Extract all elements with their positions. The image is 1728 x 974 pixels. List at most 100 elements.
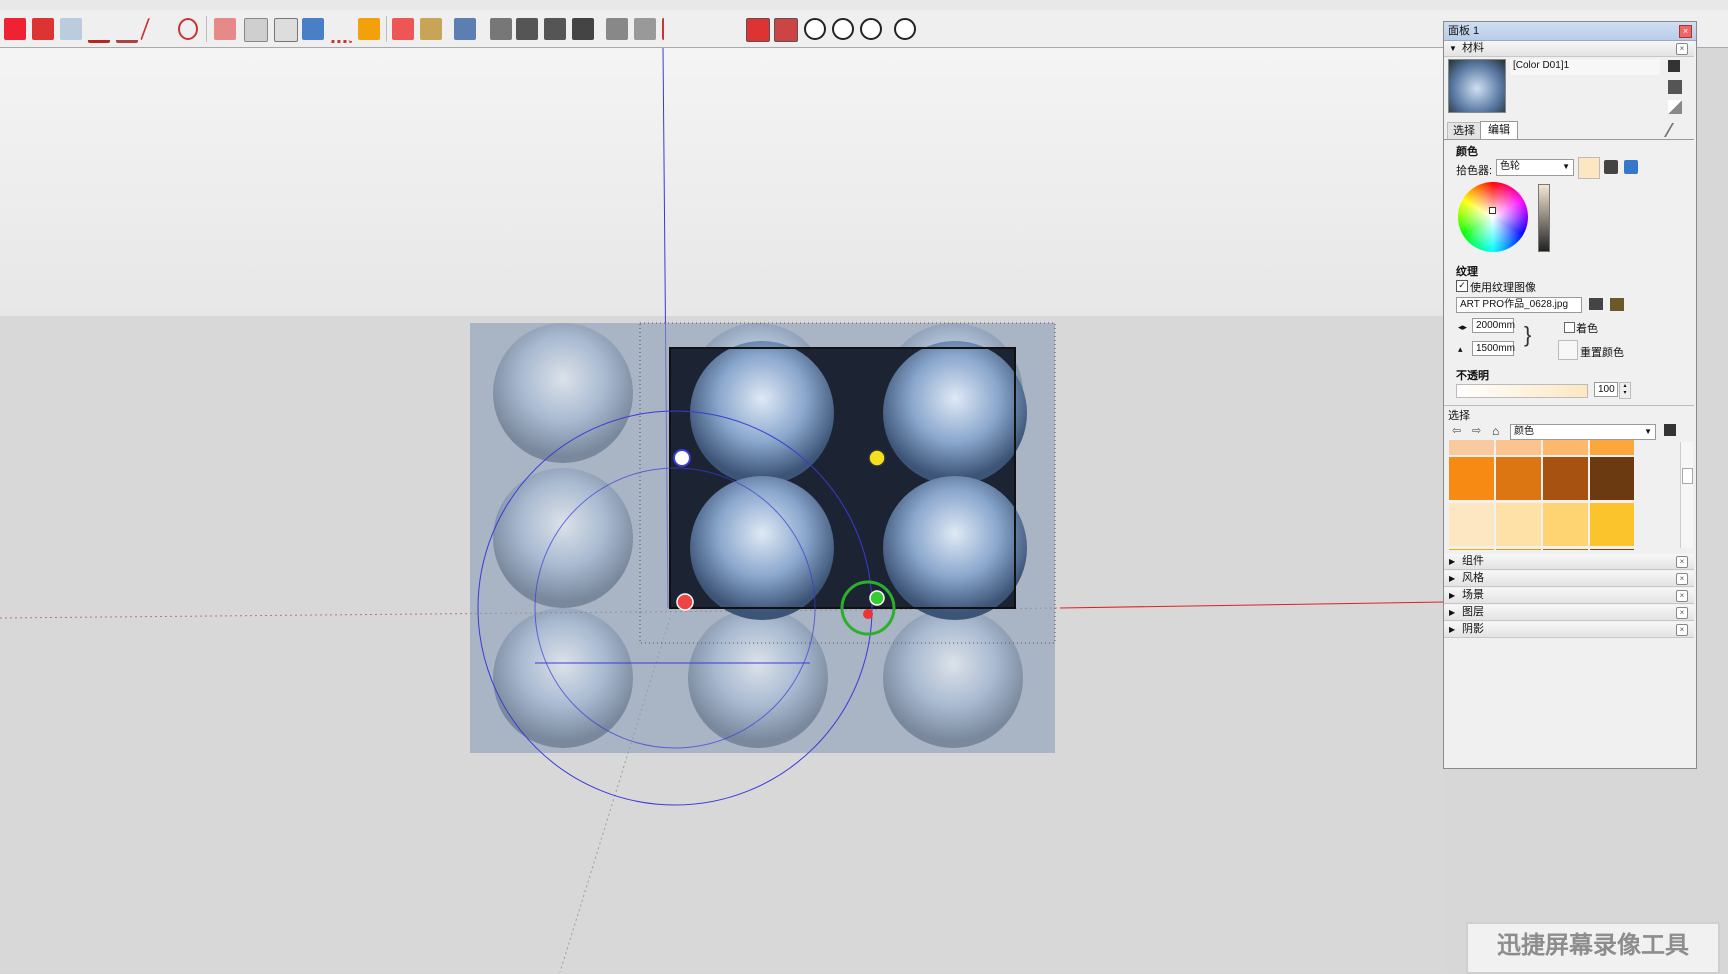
panel-close-icon[interactable]: × — [1679, 25, 1692, 38]
push-pull-icon[interactable] — [244, 18, 268, 42]
solid-icon[interactable] — [392, 18, 414, 40]
scenes-section-header[interactable]: ▶ 场景 × — [1444, 588, 1694, 604]
section-close-icon[interactable]: × — [1676, 590, 1688, 602]
material-name-field[interactable]: [Color D01]1 — [1510, 59, 1660, 75]
height-field[interactable]: 1500mm — [1472, 341, 1515, 356]
details-arrow-icon[interactable] — [1664, 424, 1676, 436]
tree-icon[interactable] — [516, 18, 538, 40]
rotate-x-icon[interactable] — [804, 18, 826, 40]
rotated-rectangle-icon[interactable] — [60, 18, 82, 40]
color-wheel[interactable] — [1458, 182, 1528, 252]
building-icon[interactable] — [454, 18, 476, 40]
edit-texture-icon[interactable] — [1610, 298, 1624, 311]
section-close-icon[interactable]: × — [1676, 624, 1688, 636]
opacity-spinner[interactable]: ▴ ▾ — [1619, 382, 1631, 399]
color-swatch[interactable] — [1543, 503, 1588, 546]
mirror-icon[interactable] — [302, 18, 324, 40]
picker-select[interactable]: 色轮 ▼ — [1496, 159, 1574, 176]
frame-icon[interactable] — [634, 18, 656, 40]
color-swatch[interactable] — [1590, 503, 1634, 546]
back-arrow-icon[interactable]: ⇦ — [1452, 424, 1461, 437]
section-close-icon[interactable]: × — [1676, 607, 1688, 619]
tab-select[interactable]: 选择 — [1447, 122, 1481, 140]
tab-edit[interactable]: 编辑 — [1480, 121, 1518, 139]
swatch-scrollbar[interactable] — [1680, 442, 1693, 548]
color-swatch[interactable] — [1449, 440, 1494, 455]
color-swatch[interactable] — [1449, 549, 1494, 550]
array-icon[interactable] — [330, 18, 352, 43]
color-swatch[interactable] — [1496, 503, 1541, 546]
width-field[interactable]: 2000mm — [1472, 318, 1515, 333]
layer-icon[interactable] — [420, 18, 442, 40]
forward-arrow-icon[interactable]: ⇨ — [1472, 424, 1481, 437]
box-side-icon[interactable] — [774, 18, 798, 42]
color-swatch[interactable] — [1590, 440, 1634, 455]
create-material-icon[interactable] — [1668, 80, 1682, 94]
scale-icon[interactable] — [274, 18, 298, 42]
curve-icon[interactable] — [178, 18, 198, 40]
freehand-icon[interactable] — [139, 18, 173, 40]
color-swatch[interactable] — [1543, 549, 1588, 550]
opacity-field[interactable]: 100 — [1594, 382, 1618, 397]
line-icon[interactable] — [88, 18, 110, 43]
color-swatch[interactable] — [1449, 457, 1494, 500]
blue-pin-icon[interactable] — [673, 449, 691, 467]
browse-folder-icon[interactable] — [1589, 298, 1603, 310]
layers-section-header[interactable]: ▶ 图层 × — [1444, 605, 1694, 621]
collapse-triangle-icon: ▼ — [1449, 44, 1457, 53]
colorize-checkbox[interactable] — [1564, 322, 1575, 333]
arc-icon[interactable] — [116, 18, 138, 43]
measure-icon[interactable] — [662, 18, 686, 40]
color-preview-swatch[interactable] — [1578, 157, 1600, 179]
rotate-r-icon[interactable] — [894, 18, 916, 40]
stairs-icon[interactable] — [606, 18, 628, 40]
opacity-slider[interactable] — [1456, 384, 1588, 398]
red-pin-icon[interactable] — [676, 593, 694, 611]
cube-icon[interactable] — [572, 18, 594, 40]
color-swatch[interactable] — [1496, 457, 1541, 500]
home-icon[interactable]: ⌂ — [1492, 424, 1499, 438]
section-divider — [1444, 405, 1694, 406]
color-swatch[interactable] — [1496, 440, 1541, 455]
use-texture-checkbox[interactable]: ✓ — [1456, 280, 1468, 292]
color-swatch[interactable] — [1543, 457, 1588, 500]
brightness-slider[interactable] — [1538, 184, 1550, 252]
color-swatch[interactable] — [1496, 549, 1541, 550]
color-wheel-marker[interactable] — [1489, 207, 1496, 214]
polygon-icon[interactable] — [4, 18, 26, 40]
pen-icon[interactable] — [490, 18, 512, 40]
color-swatch[interactable] — [1449, 503, 1494, 546]
collection-select[interactable]: 颜色 ▼ — [1510, 424, 1656, 440]
materials-section-header[interactable]: ▼ 材料 × — [1444, 41, 1694, 57]
aspect-lock-icon[interactable]: } — [1524, 322, 1531, 348]
material-preview-thumbnail[interactable] — [1448, 59, 1506, 113]
box-front-icon[interactable] — [746, 18, 770, 42]
color-swatch[interactable] — [1543, 440, 1588, 455]
reset-color-swatch[interactable] — [1558, 340, 1578, 360]
puzzle-icon[interactable] — [544, 18, 566, 40]
rotate-z-icon[interactable] — [860, 18, 882, 40]
scrollbar-thumb[interactable] — [1682, 468, 1693, 484]
texture-plane-front[interactable] — [669, 341, 1027, 620]
texture-file-field[interactable]: ART PRO作品_0628.jpg — [1456, 297, 1582, 313]
color-swatch[interactable] — [1590, 457, 1634, 500]
drawing-viewport[interactable] — [0, 48, 1444, 972]
color-swatch[interactable] — [1590, 549, 1634, 550]
pin-panel-icon[interactable] — [1668, 60, 1680, 72]
rectangle-icon[interactable] — [32, 18, 54, 40]
section-close-icon[interactable]: × — [1676, 573, 1688, 585]
grid-icon[interactable] — [358, 18, 380, 40]
shadows-section-header[interactable]: ▶ 阴影 × — [1444, 622, 1694, 638]
default-material-icon[interactable] — [1668, 100, 1682, 114]
match-screen-color-icon[interactable] — [1624, 160, 1638, 174]
rotate-y-icon[interactable] — [832, 18, 854, 40]
components-section-header[interactable]: ▶ 组件 × — [1444, 554, 1694, 570]
styles-section-header[interactable]: ▶ 风格 × — [1444, 571, 1694, 587]
yellow-pin-icon[interactable] — [868, 449, 886, 467]
section-close-icon[interactable]: × — [1676, 43, 1688, 55]
match-model-color-icon[interactable] — [1604, 160, 1618, 174]
move-icon[interactable] — [214, 18, 236, 40]
section-close-icon[interactable]: × — [1676, 556, 1688, 568]
opacity-section-label: 不透明 — [1456, 370, 1489, 382]
eyedropper-icon[interactable] — [1663, 123, 1689, 137]
